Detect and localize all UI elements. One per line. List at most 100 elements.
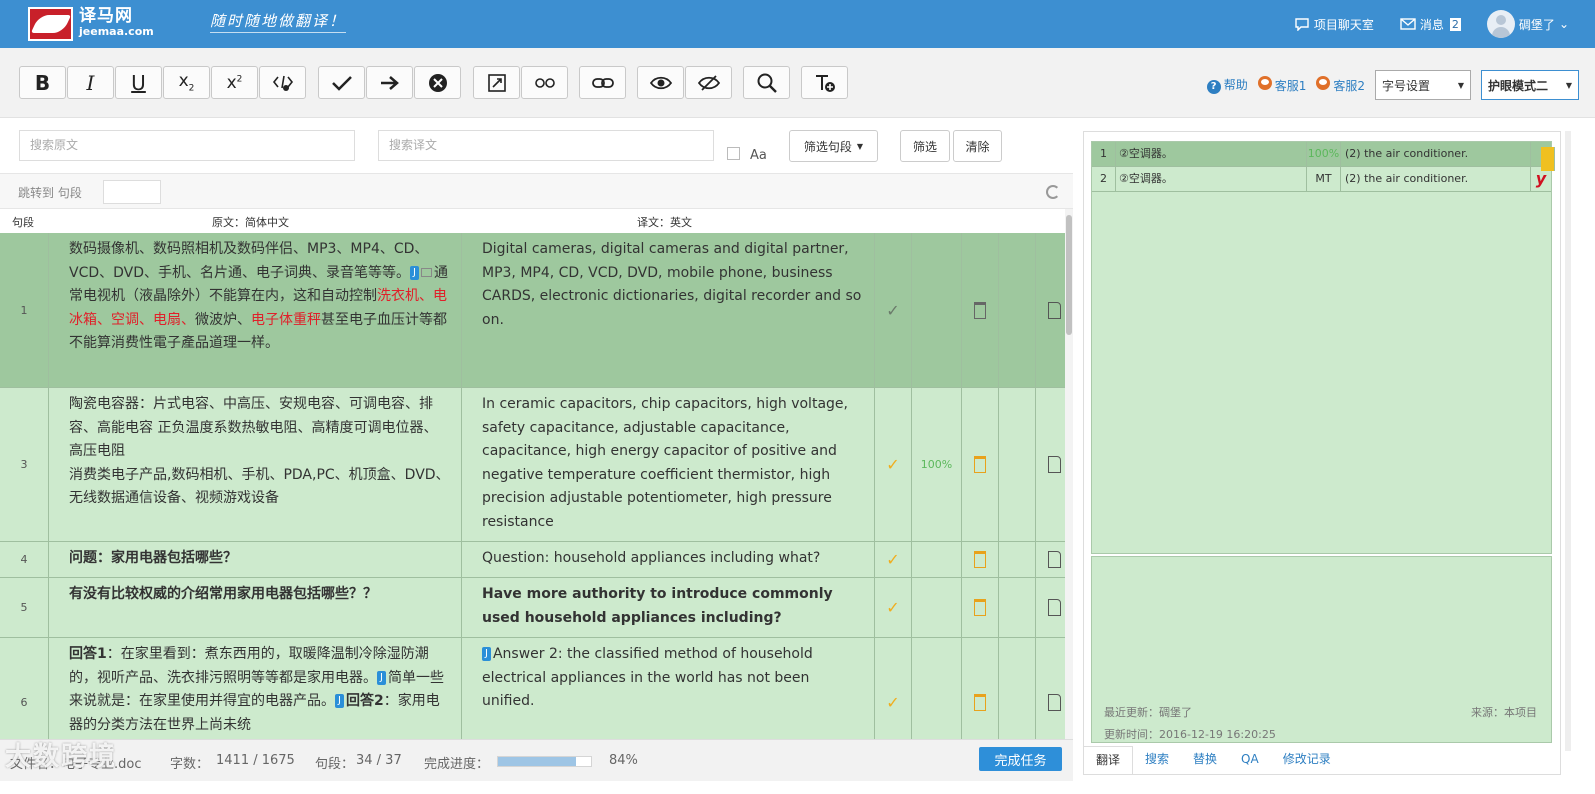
- segment-row[interactable]: 6 回答1：在家里看到：煮东西用的，取暖降温制冷除湿防潮的，视听产品、洗衣排污照…: [0, 638, 1065, 739]
- user-menu[interactable]: 碉堡了 ⌄: [1486, 10, 1569, 38]
- extra-cell: [999, 542, 1036, 577]
- tm-results: 1 ②空调器。 100% (2) the air conditioner. 2 …: [1091, 141, 1555, 554]
- font-size-select[interactable]: 字号设置 ▼: [1375, 70, 1471, 100]
- note-icon: [974, 694, 986, 711]
- tab-history[interactable]: 修改记录: [1271, 746, 1343, 774]
- add-term-button[interactable]: [801, 66, 848, 99]
- eye-mode-select[interactable]: 护眼模式二 ▼: [1481, 70, 1579, 100]
- filter-button[interactable]: 筛选: [900, 130, 950, 162]
- next-segment-button[interactable]: [366, 66, 413, 99]
- copy-source-button[interactable]: [473, 66, 520, 99]
- youdao-icon: y: [1535, 169, 1547, 188]
- match-percent: 100%: [912, 388, 962, 541]
- superscript-button[interactable]: x2: [211, 66, 258, 99]
- table-scrollbar[interactable]: [1065, 209, 1073, 739]
- source-text-bold: 回答1: [69, 646, 107, 662]
- find-button[interactable]: [743, 66, 790, 99]
- tab-search[interactable]: 搜索: [1133, 746, 1181, 774]
- progress-bar: [497, 756, 592, 767]
- tm-source-label: 来源：本项目: [1471, 706, 1537, 719]
- source-cell[interactable]: 有没有比较权威的介绍常用家用电器包括哪些？？: [49, 578, 462, 637]
- tag-box-icon: [420, 268, 432, 277]
- merge-button[interactable]: [521, 66, 568, 99]
- jump-input[interactable]: [103, 180, 161, 204]
- segment-row[interactable]: 4 问题：家用电器包括哪些？ Question: household appli…: [0, 542, 1065, 578]
- target-cell[interactable]: In ceramic capacitors, chip capacitors, …: [462, 388, 875, 541]
- tm-row-number: 1: [1092, 142, 1116, 166]
- target-cell[interactable]: Question: household appliances including…: [462, 542, 875, 577]
- mail-icon: [1400, 18, 1416, 30]
- project-chat-link[interactable]: 项目聊天室: [1294, 16, 1374, 33]
- source-text: 微波炉、: [195, 311, 251, 328]
- segment-row[interactable]: 3 陶瓷电容器：片式电容、中高压、安规电容、可调电容、排容、高能电容 正负温度系…: [0, 388, 1065, 542]
- support-1-link[interactable]: 客服1: [1257, 76, 1307, 94]
- help-link[interactable]: ? 帮助: [1206, 76, 1248, 94]
- check-icon: [331, 75, 352, 91]
- format-toolbar: B I U x2 x2 ? 帮助 客服1 客服2 字号设置 ▼ 护眼模式二 ▼: [0, 48, 1595, 118]
- doc-cell[interactable]: [1036, 638, 1065, 739]
- bold-button[interactable]: B: [19, 66, 66, 99]
- filter-segments-dropdown[interactable]: 筛选句段 ▼: [789, 130, 878, 162]
- segment-count-value: 34 / 37: [356, 753, 402, 768]
- note-cell[interactable]: [962, 638, 999, 739]
- segment-table: 1 数码摄像机、数码照相机及数码伴侣、MP3、MP4、CD、VCD、DVD、手机…: [0, 233, 1065, 739]
- scrollbar-thumb[interactable]: [1066, 215, 1072, 335]
- target-search-input[interactable]: 搜索译文: [378, 130, 714, 161]
- confirm-button[interactable]: [318, 66, 365, 99]
- source-cell[interactable]: 数码摄像机、数码照相机及数码伴侣、MP3、MP4、CD、VCD、DVD、手机、名…: [49, 233, 462, 387]
- source-cell[interactable]: 陶瓷电容器：片式电容、中高压、安规电容、可调电容、排容、高能电容 正负温度系数热…: [49, 388, 462, 541]
- help-icon: ?: [1206, 79, 1221, 94]
- refresh-icon[interactable]: [1046, 185, 1060, 199]
- confirmed-check-icon: ✓: [875, 388, 912, 541]
- source-search-input[interactable]: 搜索原文: [19, 130, 355, 161]
- tm-row[interactable]: 1 ②空调器。 100% (2) the air conditioner.: [1092, 142, 1555, 171]
- note-cell[interactable]: [962, 578, 999, 637]
- right-panel-tabs: 翻译 搜索 替换 QA 修改记录: [1083, 746, 1561, 774]
- doc-cell[interactable]: [1036, 578, 1065, 637]
- tm-match: MT: [1307, 167, 1341, 191]
- segment-row[interactable]: 5 有没有比较权威的介绍常用家用电器包括哪些？？ Have more autho…: [0, 578, 1065, 638]
- italic-button[interactable]: I: [67, 66, 114, 99]
- special-char-button[interactable]: [259, 66, 306, 99]
- case-sensitive-checkbox[interactable]: [727, 147, 740, 160]
- clear-button[interactable]: 清除: [953, 130, 1002, 162]
- source-cell[interactable]: 回答1：在家里看到：煮东西用的，取暖降温制冷除湿防潮的，视听产品、洗衣排污照明等…: [49, 638, 462, 739]
- tm-target: (2) the air conditioner.: [1341, 167, 1531, 191]
- source-cell[interactable]: 问题：家用电器包括哪些？: [49, 542, 462, 577]
- tab-qa[interactable]: QA: [1229, 746, 1271, 774]
- segment-number: 1: [0, 233, 49, 387]
- target-cell[interactable]: Have more authority to introduce commonl…: [462, 578, 875, 637]
- qq-icon: [1257, 76, 1272, 90]
- show-tags-button[interactable]: [637, 66, 684, 99]
- doc-cell[interactable]: [1036, 542, 1065, 577]
- source-text: 陶瓷电容器：片式电容、中高压、安规电容、可调电容、排容、高能电容 正负温度系数热…: [69, 396, 438, 459]
- link-button[interactable]: [579, 66, 626, 99]
- italic-icon: I: [86, 70, 95, 95]
- tag-insert-icon: [272, 75, 293, 91]
- doc-cell[interactable]: [1036, 233, 1065, 387]
- text-add-icon: [815, 74, 835, 92]
- target-cell[interactable]: J Answer 2: the classified method of hous…: [462, 638, 875, 739]
- support-1-label: 客服1: [1274, 79, 1307, 93]
- right-panel-scrollbar[interactable]: [1565, 131, 1571, 751]
- finish-task-button[interactable]: 完成任务: [979, 747, 1062, 771]
- hide-tags-button[interactable]: [685, 66, 732, 99]
- segment-row[interactable]: 1 数码摄像机、数码照相机及数码伴侣、MP3、MP4、CD、VCD、DVD、手机…: [0, 233, 1065, 388]
- jump-bar: 跳转到 句段: [0, 173, 1073, 209]
- note-cell[interactable]: [962, 233, 999, 387]
- tm-row[interactable]: 2 ②空调器。 MT (2) the air conditioner. y: [1092, 167, 1551, 192]
- tag-marker: J: [335, 694, 344, 708]
- tab-translate[interactable]: 翻译: [1083, 746, 1134, 774]
- subscript-button[interactable]: x2: [163, 66, 210, 99]
- underline-button[interactable]: U: [115, 66, 162, 99]
- confirmed-check-icon: ✓: [875, 638, 912, 739]
- tab-replace[interactable]: 替换: [1181, 746, 1229, 774]
- note-cell[interactable]: [962, 542, 999, 577]
- note-cell[interactable]: [962, 388, 999, 541]
- support-2-link[interactable]: 客服2: [1316, 76, 1365, 94]
- logo[interactable]: 译马网 jeemaa.com: [28, 5, 175, 43]
- target-cell[interactable]: Digital cameras, digital cameras and dig…: [462, 233, 875, 387]
- doc-cell[interactable]: [1036, 388, 1065, 541]
- messages-link[interactable]: 消息 2: [1400, 16, 1461, 33]
- cancel-button[interactable]: [414, 66, 461, 99]
